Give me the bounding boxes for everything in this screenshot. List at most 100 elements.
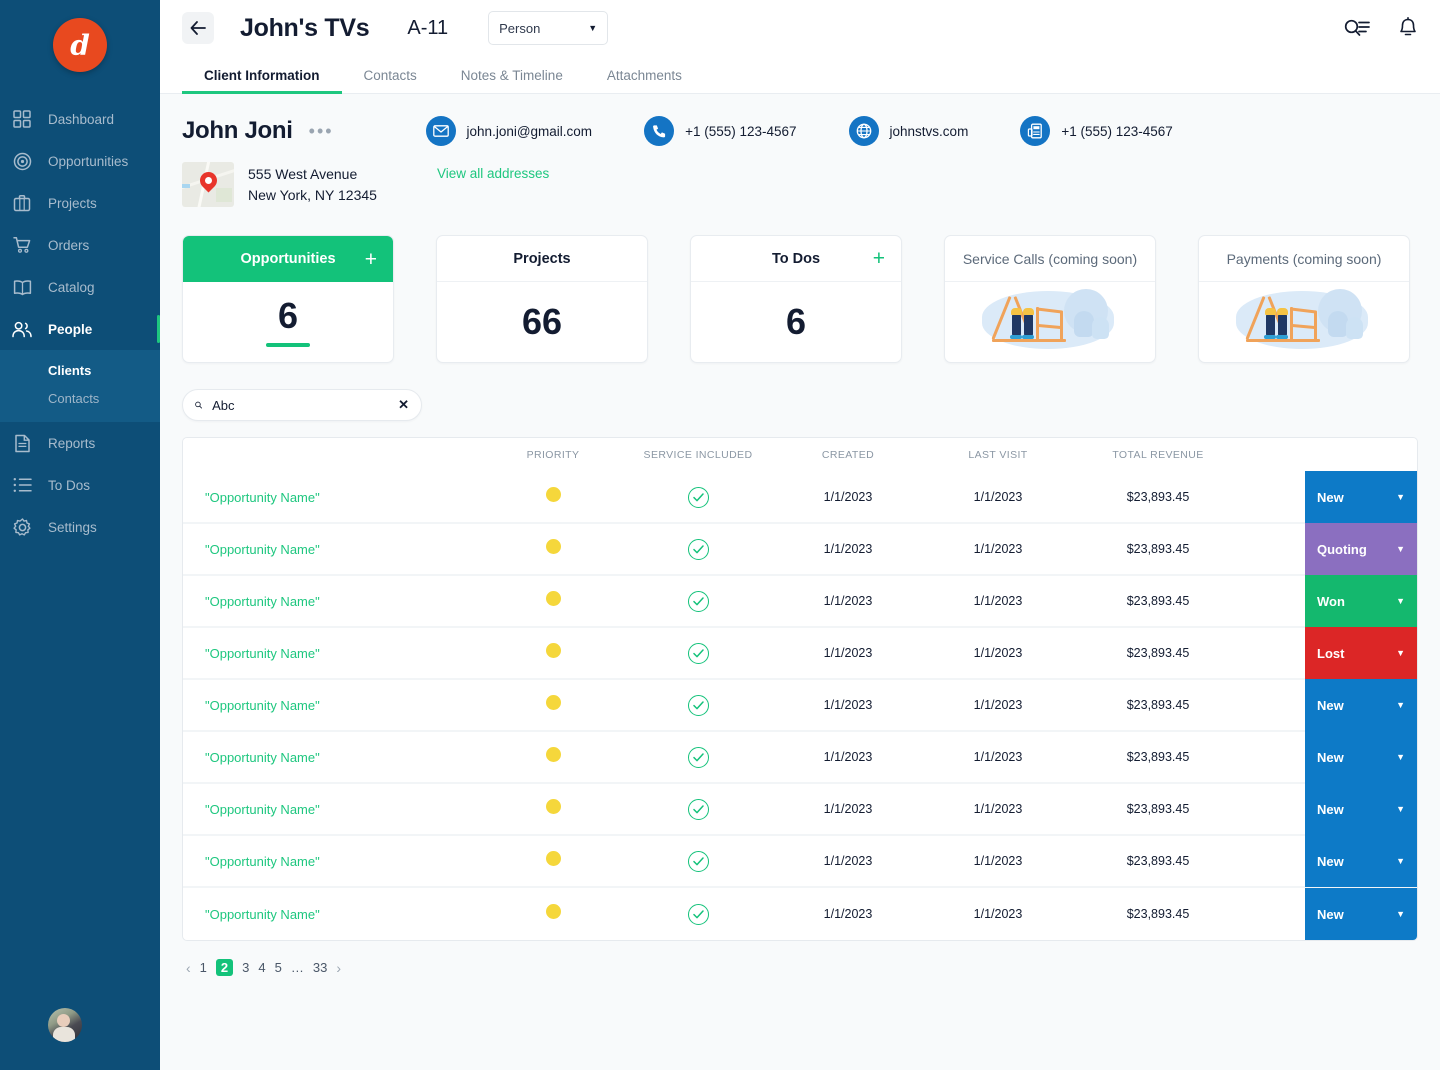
sidebar-item-orders[interactable]: Orders (0, 224, 160, 266)
search-list-icon[interactable] (1344, 19, 1370, 37)
opportunity-name-link[interactable]: "Opportunity Name" (183, 490, 483, 505)
tab-contacts[interactable]: Contacts (342, 68, 439, 93)
stat-card-opportunities[interactable]: Opportunities +6 (182, 235, 394, 363)
person-select-value: Person (499, 20, 541, 36)
status-dropdown[interactable]: Won ▼ (1305, 575, 1417, 627)
tab-attachments[interactable]: Attachments (585, 68, 704, 93)
status-dropdown[interactable]: New ▼ (1305, 835, 1417, 887)
status-dropdown[interactable]: New ▼ (1305, 471, 1417, 523)
status-dropdown[interactable]: Lost ▼ (1305, 627, 1417, 679)
search-icon (195, 401, 202, 409)
app-logo[interactable]: d (53, 18, 107, 72)
total-revenue: $23,893.45 (1126, 490, 1190, 504)
opportunity-name-link[interactable]: "Opportunity Name" (183, 802, 483, 817)
contact-phone[interactable]: +1 (555) 123-4567 (644, 116, 797, 146)
tab-notes-timeline[interactable]: Notes & Timeline (439, 68, 585, 93)
chevron-down-icon: ▼ (1396, 492, 1405, 502)
status-cell: New ▼ (1305, 471, 1417, 523)
status-dropdown[interactable]: Quoting ▼ (1305, 523, 1417, 575)
pagination-prev[interactable]: ‹ (186, 960, 191, 976)
table-row[interactable]: "Opportunity Name" 1/1/2023 1/1/2023 $23,89… (183, 783, 1417, 836)
service-included-cell (623, 903, 773, 925)
clear-search-icon[interactable]: ✕ (398, 397, 409, 413)
bell-icon[interactable] (1398, 17, 1418, 39)
status-label: New (1317, 749, 1344, 765)
table-row[interactable]: "Opportunity Name" 1/1/2023 1/1/2023 $23,89… (183, 523, 1417, 576)
opportunity-name-link[interactable]: "Opportunity Name" (183, 750, 483, 765)
client-more-menu[interactable]: ••• (309, 122, 334, 140)
stat-card-title: To Dos (771, 250, 821, 267)
sidebar-item-projects[interactable]: Projects (0, 182, 160, 224)
table-row[interactable]: "Opportunity Name" 1/1/2023 1/1/2023 $23,89… (183, 575, 1417, 628)
sidebar-item-dashboard[interactable]: Dashboard (0, 98, 160, 140)
service-included-cell (623, 590, 773, 612)
avatar[interactable] (48, 1008, 82, 1042)
pagination-next[interactable]: › (336, 960, 341, 976)
status-dropdown[interactable]: New ▼ (1305, 888, 1417, 940)
stat-card-to-dos[interactable]: To Dos +6 (690, 235, 902, 363)
status-label: New (1317, 906, 1344, 922)
add-icon[interactable]: + (873, 248, 885, 269)
opportunity-name-link[interactable]: "Opportunity Name" (183, 594, 483, 609)
service-included-cell (623, 798, 773, 820)
contact-fax[interactable]: +1 (555) 123-4567 (1020, 116, 1173, 146)
table-row[interactable]: "Opportunity Name" 1/1/2023 1/1/2023 $23,89… (183, 888, 1417, 940)
opportunity-name-link[interactable]: "Opportunity Name" (183, 854, 483, 869)
status-dropdown[interactable]: New ▼ (1305, 783, 1417, 835)
stat-card-body (945, 282, 1155, 362)
opportunity-name-link[interactable]: "Opportunity Name" (183, 542, 483, 557)
priority-cell (483, 643, 623, 663)
grid-icon (12, 109, 32, 129)
pagination-page-2[interactable]: 2 (215, 959, 234, 976)
stat-card-body: 6 (183, 282, 393, 362)
table-row[interactable]: "Opportunity Name" 1/1/2023 1/1/2023 $23,89… (183, 627, 1417, 680)
stat-card-payments-coming-soon[interactable]: Payments (coming soon) (1198, 235, 1410, 363)
person-type-select[interactable]: Person ▼ (488, 11, 609, 45)
pagination-page-…[interactable]: … (291, 960, 304, 975)
sidebar-item-reports[interactable]: Reports (0, 422, 160, 464)
search-input[interactable] (212, 397, 389, 413)
sidebar-item-catalog[interactable]: Catalog (0, 266, 160, 308)
map-thumbnail[interactable] (182, 162, 234, 207)
sidebar-item-to-dos[interactable]: To Dos (0, 464, 160, 506)
tab-client-information[interactable]: Client Information (182, 68, 342, 94)
chevron-down-icon: ▼ (1396, 648, 1405, 658)
sidebar-item-settings[interactable]: Settings (0, 506, 160, 548)
contact-globe[interactable]: johnstvs.com (848, 116, 969, 146)
opportunity-name-link[interactable]: "Opportunity Name" (183, 907, 483, 922)
search-box[interactable]: ✕ (182, 389, 422, 421)
sidebar-subitem-clients[interactable]: Clients (0, 356, 160, 384)
stat-card-value: 6 (785, 301, 807, 342)
pagination-page-5[interactable]: 5 (275, 960, 282, 975)
table-row[interactable]: "Opportunity Name" 1/1/2023 1/1/2023 $23,89… (183, 471, 1417, 524)
pagination-page-33[interactable]: 33 (313, 960, 327, 975)
pagination-page-4[interactable]: 4 (258, 960, 265, 975)
priority-dot-icon (545, 591, 561, 606)
stat-card-service-calls-coming-soon[interactable]: Service Calls (coming soon) (944, 235, 1156, 363)
table-row[interactable]: "Opportunity Name" 1/1/2023 1/1/2023 $23,89… (183, 679, 1417, 732)
table-row[interactable]: "Opportunity Name" 1/1/2023 1/1/2023 $23,89… (183, 731, 1417, 784)
pagination-page-3[interactable]: 3 (242, 960, 249, 975)
status-dropdown[interactable]: New ▼ (1305, 679, 1417, 731)
arrow-left-icon (190, 21, 206, 35)
sidebar-subitem-contacts[interactable]: Contacts (0, 384, 160, 412)
stat-card-projects[interactable]: Projects 66 (436, 235, 648, 363)
sidebar-item-opportunities[interactable]: Opportunities (0, 140, 160, 182)
status-dropdown[interactable]: New ▼ (1305, 731, 1417, 783)
opportunity-name-link[interactable]: "Opportunity Name" (183, 646, 483, 661)
opportunity-name-link[interactable]: "Opportunity Name" (183, 698, 483, 713)
table-row[interactable]: "Opportunity Name" 1/1/2023 1/1/2023 $23,89… (183, 835, 1417, 888)
back-button[interactable] (182, 12, 214, 44)
last-visit-date: 1/1/2023 (973, 750, 1023, 764)
contact-envelope[interactable]: john.joni@gmail.com (425, 116, 592, 146)
priority-dot-icon (545, 799, 561, 814)
sidebar-item-people[interactable]: People (0, 308, 160, 350)
pagination-page-1[interactable]: 1 (200, 960, 207, 975)
contact-value: johnstvs.com (889, 123, 969, 139)
sidebar-submenu: Clients Contacts (0, 350, 160, 422)
view-all-addresses-link[interactable]: View all addresses (437, 166, 549, 181)
column-header-created: CREATED (821, 449, 875, 461)
status-label: New (1317, 801, 1344, 817)
add-icon[interactable]: + (365, 249, 377, 270)
service-included-cell (623, 694, 773, 716)
